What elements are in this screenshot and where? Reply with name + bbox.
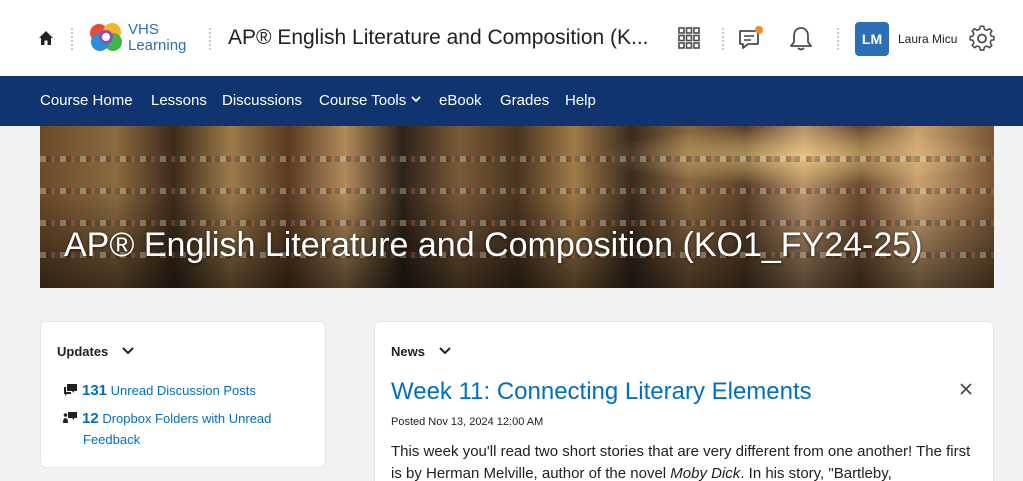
top-header: VHS Learning AP® English Literature and … <box>0 0 1023 76</box>
news-heading: News <box>391 344 425 359</box>
dropbox-count: 12 <box>82 410 99 427</box>
unread-discussion-link[interactable]: 131 Unread Discussion Posts <box>63 382 256 399</box>
updates-heading: Updates <box>57 344 109 359</box>
banner-shelf <box>40 156 994 162</box>
chevron-down-icon[interactable] <box>438 347 451 355</box>
course-title[interactable]: AP® English Literature and Composition (… <box>228 26 649 50</box>
logo-text[interactable]: VHS Learning <box>128 22 186 54</box>
discussion-label: Unread Discussion Posts <box>110 383 256 398</box>
avatar[interactable]: LM <box>855 22 889 56</box>
logo-line-1: VHS <box>128 21 159 38</box>
feedback-icon <box>63 412 77 423</box>
nav-lessons[interactable]: Lessons <box>151 92 207 109</box>
divider <box>209 28 211 50</box>
news-body: This week you'll read two short stories … <box>391 441 981 481</box>
discussion-count: 131 <box>82 382 108 399</box>
dropbox-feedback-link[interactable]: 12 Dropbox Folders with Unread <box>63 410 271 427</box>
updates-widget: Updates 131 Unread Discussion Posts 12 D… <box>40 321 326 468</box>
updates-header[interactable]: Updates <box>57 344 134 359</box>
news-header[interactable]: News <box>391 344 451 359</box>
banner-shelf <box>40 188 994 194</box>
chevron-down-icon[interactable] <box>122 347 134 355</box>
divider <box>837 28 839 50</box>
message-alert-icon[interactable] <box>738 25 764 51</box>
news-body-italic: Moby Dick <box>670 465 741 481</box>
nav-discussions[interactable]: Discussions <box>222 92 302 109</box>
logo-line-2: Learning <box>128 37 187 54</box>
home-icon[interactable] <box>38 30 54 46</box>
waffle-grid-icon[interactable] <box>678 27 700 49</box>
close-icon[interactable] <box>959 382 973 396</box>
nav-grades[interactable]: Grades <box>500 92 549 109</box>
nav-course-home[interactable]: Course Home <box>40 92 133 109</box>
banner-title: AP® English Literature and Composition (… <box>64 226 923 264</box>
vhs-logo-icon[interactable] <box>88 22 124 52</box>
divider <box>71 28 73 50</box>
discussion-icon <box>64 384 77 396</box>
gear-icon[interactable] <box>968 25 996 53</box>
nav-help[interactable]: Help <box>565 92 596 109</box>
course-navbar: Course Home Lessons Discussions Course T… <box>0 76 1023 126</box>
news-item-title[interactable]: Week 11: Connecting Literary Elements <box>391 378 812 406</box>
divider <box>722 28 724 50</box>
dropbox-feedback-link-line2[interactable]: Feedback <box>83 432 140 447</box>
nav-course-tools-label: Course Tools <box>319 92 407 109</box>
nav-course-tools[interactable]: Course Tools <box>319 92 421 109</box>
nav-ebook[interactable]: eBook <box>439 92 482 109</box>
news-body-text-2: . In his story, "Bartleby, <box>740 465 892 481</box>
news-posted-date: Posted Nov 13, 2024 12:00 AM <box>391 416 544 428</box>
dropbox-label: Dropbox Folders with Unread <box>102 411 272 426</box>
news-widget: News Week 11: Connecting Literary Elemen… <box>374 321 994 481</box>
course-banner-image: AP® English Literature and Composition (… <box>40 126 994 288</box>
bell-icon[interactable] <box>789 25 813 51</box>
user-name[interactable]: Laura Micu <box>898 32 957 46</box>
chevron-down-icon <box>411 96 421 103</box>
